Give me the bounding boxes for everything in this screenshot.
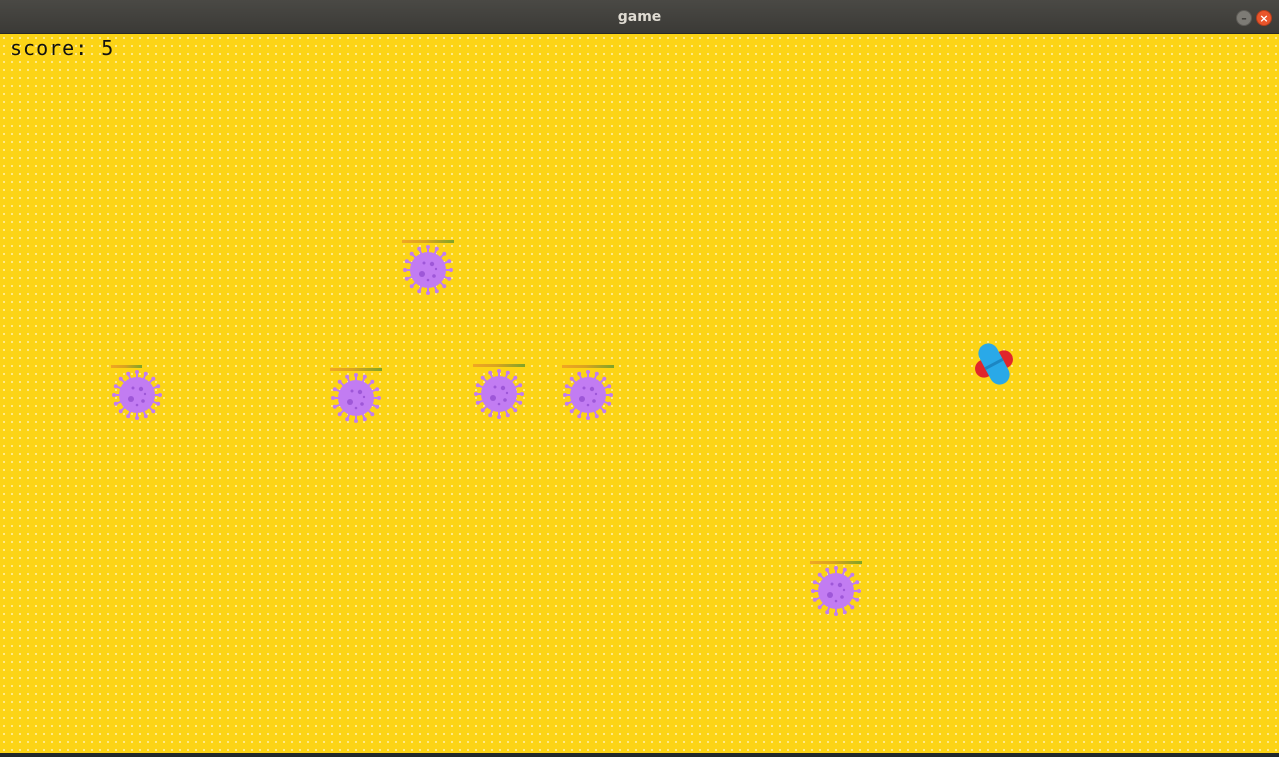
health-bar	[810, 561, 862, 564]
virus-enemy	[110, 365, 164, 431]
close-button[interactable]: ×	[1256, 10, 1272, 26]
virus-icon	[474, 369, 524, 419]
score-label: score: 5	[10, 36, 115, 60]
health-bar	[402, 240, 454, 243]
health-bar-fill	[810, 561, 862, 564]
virus-icon	[112, 370, 162, 420]
health-bar	[473, 364, 525, 367]
game-canvas[interactable]: score: 5	[0, 34, 1279, 753]
window-titlebar[interactable]: game – ×	[0, 0, 1279, 34]
window-title: game	[617, 9, 662, 25]
virus-enemy	[329, 368, 383, 434]
desktop-strip	[0, 753, 1279, 757]
health-bar-fill	[111, 365, 143, 368]
health-bar	[330, 368, 382, 371]
medicine-capsule-icon[interactable]	[968, 338, 1020, 390]
virus-enemy	[561, 365, 615, 431]
close-icon: ×	[1259, 11, 1269, 25]
virus-enemy	[472, 364, 526, 430]
minimize-icon: –	[1241, 11, 1247, 25]
game-window: game – × score: 5	[0, 0, 1279, 757]
health-bar	[562, 365, 614, 368]
minimize-button[interactable]: –	[1236, 10, 1252, 26]
health-bar-fill	[562, 365, 614, 368]
health-bar-fill	[473, 364, 525, 367]
virus-icon	[403, 245, 453, 295]
virus-icon	[331, 373, 381, 423]
health-bar	[111, 365, 163, 368]
virus-icon	[563, 370, 613, 420]
virus-enemy	[401, 240, 455, 306]
virus-enemy	[809, 561, 863, 627]
virus-icon	[811, 566, 861, 616]
health-bar-fill	[402, 240, 454, 243]
health-bar-fill	[330, 368, 382, 371]
